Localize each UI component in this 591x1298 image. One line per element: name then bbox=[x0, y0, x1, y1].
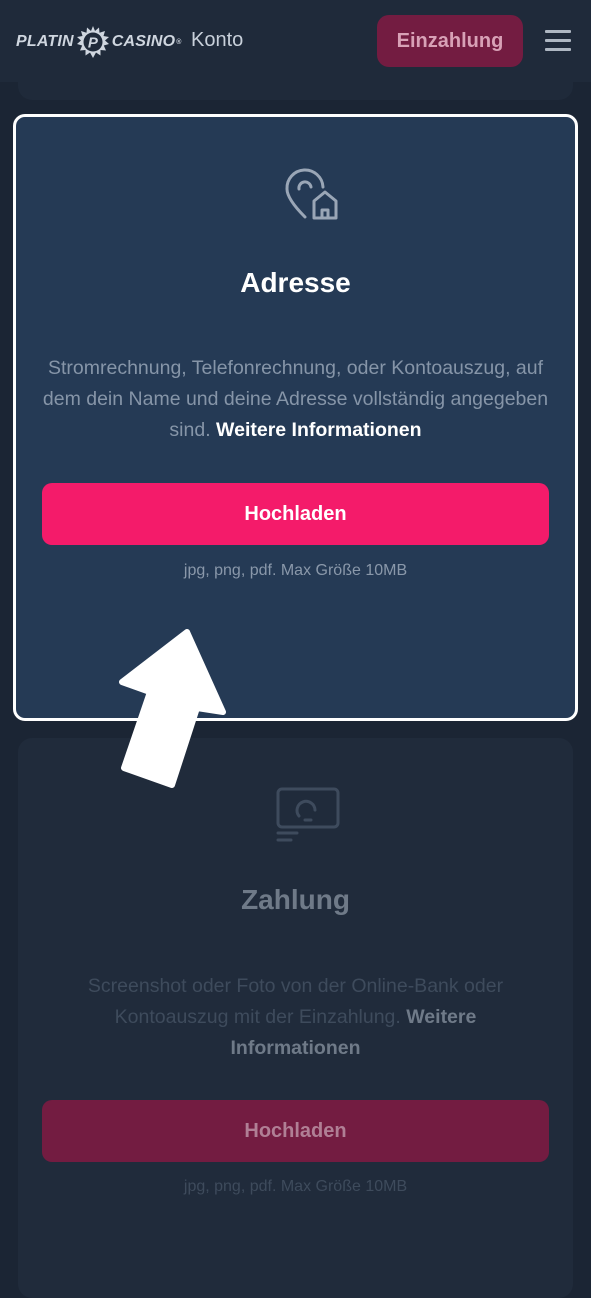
file-requirements-note: jpg, png, pdf. Max Größe 10MB bbox=[183, 1178, 408, 1195]
more-info-link[interactable]: Weitere Informationen bbox=[216, 419, 422, 441]
arrow-up-pointer-icon bbox=[119, 629, 226, 788]
upload-card-adresse: Adresse Stromrechnung, Telefonrechnung, … bbox=[13, 114, 578, 721]
card-description-adresse: Stromrechnung, Telefonrechnung, oder Kon… bbox=[36, 353, 555, 446]
top-header: PLATIN P CASINO ® Konto Einzahlung bbox=[0, 0, 591, 82]
card-description-zahlung: Screenshot oder Foto von der Online-Bank… bbox=[48, 971, 543, 1064]
deposit-button[interactable]: Einzahlung bbox=[377, 15, 523, 67]
logo-emblem-icon: P bbox=[76, 26, 109, 58]
upload-button-zahlung[interactable]: Hochladen bbox=[42, 1100, 549, 1162]
file-requirements-note: jpg, png, pdf. Max Größe 10MB bbox=[183, 562, 408, 579]
logo-trademark: ® bbox=[176, 38, 182, 46]
logo-emblem-letter: P bbox=[88, 35, 99, 52]
upload-button-adresse[interactable]: Hochladen bbox=[42, 483, 549, 545]
card-title-adresse: Adresse bbox=[240, 267, 351, 298]
platin-casino-logo[interactable]: PLATIN P CASINO ® bbox=[16, 24, 182, 60]
location-home-icon bbox=[285, 168, 338, 220]
card-title-zahlung: Zahlung bbox=[241, 884, 350, 915]
nav-konto-link[interactable]: Konto bbox=[191, 29, 243, 52]
payment-card-icon bbox=[276, 787, 340, 842]
logo-text-right: CASINO bbox=[111, 33, 176, 50]
hamburger-menu-icon[interactable] bbox=[545, 30, 571, 54]
upload-card-zahlung: Zahlung Screenshot oder Foto von der Onl… bbox=[18, 738, 573, 1298]
logo-text-left: PLATIN bbox=[16, 33, 74, 50]
